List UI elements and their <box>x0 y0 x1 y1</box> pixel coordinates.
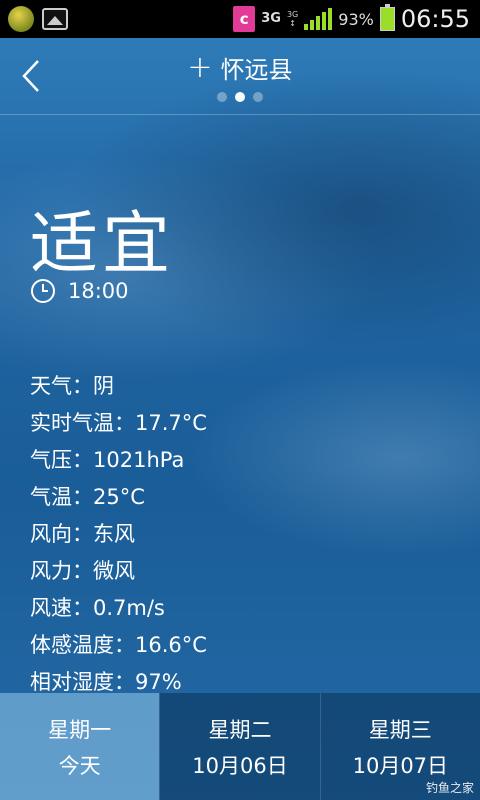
detail-wind-force: 风力：微风 <box>30 559 135 583</box>
battery-icon <box>379 4 395 31</box>
page-dot-active <box>235 92 245 102</box>
tab-date-label: 今天 <box>58 753 101 778</box>
network-small-arrows: ↕ <box>289 19 296 28</box>
header: + 怀远县 <box>0 38 480 115</box>
detail-feels-like: 体感温度：16.6°C <box>30 633 207 657</box>
status-clock: 06:55 <box>400 5 470 33</box>
clock-icon <box>31 279 55 303</box>
tab-day-label: 星期三 <box>368 717 432 742</box>
detail-wind-direction: 风向：东风 <box>30 522 135 546</box>
page-indicator <box>0 92 480 102</box>
city-title[interactable]: + 怀远县 <box>0 50 480 85</box>
network-small-label: 3G <box>286 10 299 19</box>
network-type: 3G <box>261 11 281 26</box>
tab-day-label: 星期二 <box>208 717 272 742</box>
c-app-icon: c <box>233 6 256 32</box>
update-time: 18:00 <box>30 278 129 304</box>
network-small: 3G ↕ <box>287 10 298 28</box>
battery-percent: 93% <box>338 9 374 29</box>
page-dot <box>217 92 227 102</box>
page-dot <box>253 92 263 102</box>
add-city-icon[interactable]: + <box>187 52 212 82</box>
gallery-icon <box>42 8 68 30</box>
day-tabs: 星期一 今天 星期二 10月06日 星期三 10月07日 <box>0 693 480 800</box>
app-notification-icon <box>8 6 34 32</box>
tab-date-label: 10月06日 <box>192 753 288 778</box>
detail-temp: 气温：25°C <box>30 485 145 509</box>
tab-day-label: 星期一 <box>48 717 112 742</box>
detail-wind-speed: 风速：0.7m/s <box>30 596 165 620</box>
tab-date-label: 10月07日 <box>352 753 449 778</box>
weather-details: 天气：阴 实时气温：17.7°C 气压：1021hPa 气温：25°C 风向：东… <box>30 368 207 701</box>
watermark: 钓鱼之家 <box>425 781 474 795</box>
tab-tuesday[interactable]: 星期二 10月06日 <box>159 693 320 800</box>
status-bar: c 3G 3G ↕ 93% 06:55 <box>0 0 480 38</box>
detail-pressure: 气压：1021hPa <box>30 448 185 472</box>
detail-realtime-temp: 实时气温：17.7°C <box>30 411 207 435</box>
city-name: 怀远县 <box>220 56 293 84</box>
condition-status: 适宜 <box>30 205 175 284</box>
update-time-text: 18:00 <box>68 279 129 303</box>
detail-weather: 天气：阴 <box>30 374 114 398</box>
tab-monday[interactable]: 星期一 今天 <box>0 693 160 800</box>
signal-icon <box>304 8 333 30</box>
